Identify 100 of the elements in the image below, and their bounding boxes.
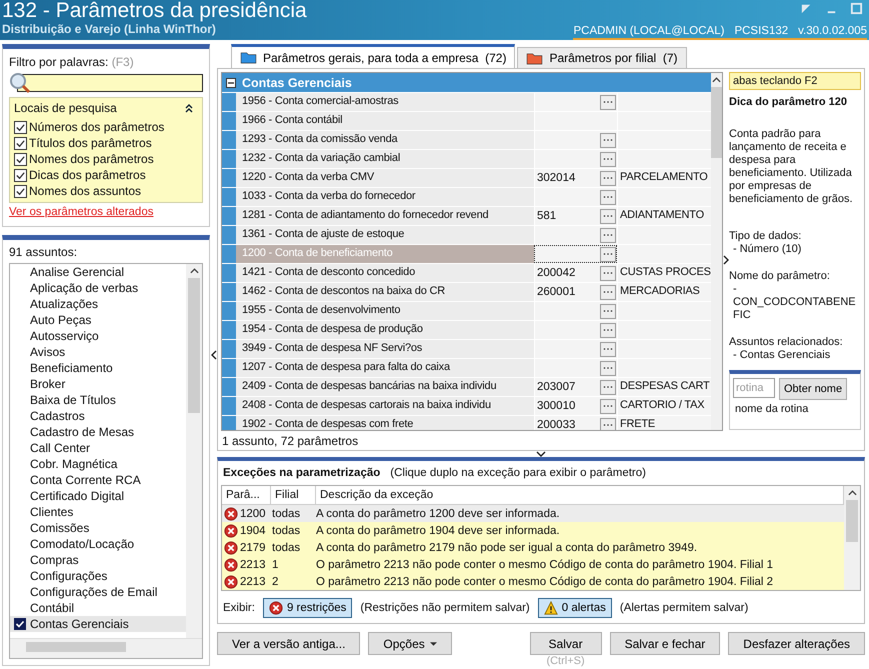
- checkbox[interactable]: [14, 136, 27, 150]
- collapse-icon[interactable]: [184, 103, 194, 113]
- value-cell[interactable]: 260001: [534, 283, 617, 301]
- subject-item[interactable]: Certificado Digital: [10, 488, 186, 504]
- value-cell[interactable]: [534, 131, 617, 149]
- value-cell[interactable]: [534, 340, 617, 358]
- ellipsis-button[interactable]: [600, 342, 616, 356]
- horizontal-scrollbar[interactable]: [10, 638, 202, 658]
- scrollbar[interactable]: [844, 486, 860, 590]
- value-cell[interactable]: 203007: [534, 378, 617, 396]
- value-cell[interactable]: [534, 302, 617, 320]
- value-cell[interactable]: 300010: [534, 397, 617, 415]
- ellipsis-button[interactable]: [600, 284, 616, 300]
- ellipsis-button[interactable]: [600, 380, 616, 394]
- action-button[interactable]: Salvar: [530, 632, 602, 655]
- subject-item[interactable]: Autosserviço: [10, 328, 186, 344]
- value-cell[interactable]: [534, 150, 617, 168]
- value-cell[interactable]: [534, 188, 617, 206]
- checkbox[interactable]: [14, 120, 27, 134]
- scroll-thumb[interactable]: [26, 642, 126, 652]
- value-cell[interactable]: [534, 245, 617, 263]
- subject-item[interactable]: Comissões: [10, 520, 186, 536]
- ellipsis-button[interactable]: [600, 132, 616, 148]
- subject-item[interactable]: Cadastro de Mesas: [10, 424, 186, 440]
- parameter-name-cell[interactable]: 1281 - Conta de adiantamento do fornecedor revend: [236, 207, 534, 225]
- subject-item[interactable]: Atualizações: [10, 296, 186, 312]
- subject-item[interactable]: Comodato/Locação: [10, 536, 186, 552]
- column-header[interactable]: Filial: [271, 486, 316, 504]
- parameter-name-cell[interactable]: 1421 - Conta de desconto concedido: [236, 264, 534, 282]
- ellipsis-button[interactable]: [600, 170, 616, 186]
- action-button[interactable]: Opções: [368, 632, 452, 655]
- value-cell[interactable]: [534, 359, 617, 377]
- subject-item[interactable]: Auto Peças: [10, 312, 186, 328]
- subject-item[interactable]: Clientes: [10, 504, 186, 520]
- ellipsis-button[interactable]: [600, 360, 616, 376]
- subject-item[interactable]: Avisos: [10, 344, 186, 360]
- action-button[interactable]: Salvar e fechar: [610, 632, 720, 655]
- subject-item[interactable]: Broker: [10, 376, 186, 392]
- parameter-name-cell[interactable]: 1033 - Conta da verba do fornecedor: [236, 188, 534, 206]
- parameter-name-cell[interactable]: 1956 - Conta comercial-amostras: [236, 93, 534, 111]
- scrollbar[interactable]: [186, 264, 202, 638]
- subject-item[interactable]: Baixa de Títulos: [10, 392, 186, 408]
- filter-toggle-button[interactable]: 0 alertas: [538, 598, 612, 618]
- checkbox[interactable]: [14, 168, 27, 182]
- ellipsis-button[interactable]: [600, 152, 616, 166]
- subject-item[interactable]: Contas Gerenciais: [10, 616, 186, 632]
- ellipsis-button[interactable]: [600, 418, 616, 430]
- ellipsis-button[interactable]: [600, 246, 616, 262]
- chevron-left-icon[interactable]: [210, 350, 216, 360]
- subject-item[interactable]: Aplicação de verbas: [10, 280, 186, 296]
- scroll-up-icon[interactable]: [848, 490, 856, 496]
- value-cell[interactable]: [534, 93, 617, 111]
- value-cell[interactable]: 302014: [534, 169, 617, 187]
- scrollbar[interactable]: [710, 73, 722, 430]
- subject-item[interactable]: Cadastros: [10, 408, 186, 424]
- parameter-name-cell[interactable]: 1902 - Conta de despesas com frete: [236, 416, 534, 430]
- scroll-thumb[interactable]: [188, 278, 200, 413]
- scroll-thumb[interactable]: [846, 500, 858, 542]
- subject-item[interactable]: Configurações: [10, 568, 186, 584]
- subject-item[interactable]: Conta Corrente RCA: [10, 472, 186, 488]
- ellipsis-button[interactable]: [600, 208, 616, 224]
- routine-input[interactable]: rotina: [733, 378, 775, 398]
- scroll-up-icon[interactable]: [190, 268, 198, 274]
- ellipsis-button[interactable]: [600, 322, 616, 338]
- value-cell[interactable]: 200033: [534, 416, 617, 430]
- scroll-up-icon[interactable]: [712, 77, 722, 83]
- subject-item[interactable]: Cobr. Magnética: [10, 456, 186, 472]
- filter-toggle-button[interactable]: 9 restrições: [262, 598, 352, 618]
- subject-item[interactable]: Configurações de Email: [10, 584, 186, 600]
- ellipsis-button[interactable]: [600, 228, 616, 242]
- parameter-name-cell[interactable]: 1462 - Conta de descontos na baixa do CR: [236, 283, 534, 301]
- chevron-down-icon[interactable]: [536, 451, 546, 457]
- tab[interactable]: Parâmetros gerais, para toda a empresa (72): [231, 44, 516, 68]
- parameter-name-cell[interactable]: 1954 - Conta de despesa de produção: [236, 321, 534, 339]
- checkbox[interactable]: [14, 184, 27, 198]
- tab[interactable]: Parâmetros por filial (7): [517, 47, 686, 68]
- value-cell[interactable]: 581: [534, 207, 617, 225]
- collapse-icon[interactable]: [226, 78, 236, 88]
- subject-item[interactable]: Contábil: [10, 600, 186, 616]
- maximize-icon[interactable]: [850, 2, 863, 15]
- parameter-name-cell[interactable]: 1220 - Conta da verba CMV: [236, 169, 534, 187]
- action-button[interactable]: Desfazer alterações: [728, 632, 865, 655]
- exception-row[interactable]: 1200 todas A conta do parâmetro 1200 deve ser informada.: [222, 505, 844, 522]
- parameter-name-cell[interactable]: 1207 - Conta de despesa para falta do caixa: [236, 359, 534, 377]
- parameter-name-cell[interactable]: 1293 - Conta da comissão venda: [236, 131, 534, 149]
- ellipsis-button[interactable]: [600, 304, 616, 318]
- checkbox[interactable]: [14, 152, 27, 166]
- subject-item[interactable]: Beneficiamento: [10, 360, 186, 376]
- parameter-name-cell[interactable]: 1966 - Conta contábil: [236, 112, 534, 130]
- parameter-name-cell[interactable]: 2409 - Conta de despesas bancárias na baixa individu: [236, 378, 534, 396]
- scroll-thumb[interactable]: [710, 87, 722, 158]
- chevron-right-icon[interactable]: [723, 255, 729, 265]
- value-cell[interactable]: [534, 226, 617, 244]
- ellipsis-button[interactable]: [600, 94, 616, 110]
- exception-row[interactable]: 1904 todas A conta do parâmetro 1904 deve ser informada.: [222, 522, 844, 539]
- ellipsis-button[interactable]: [600, 266, 616, 280]
- checkmark-icon[interactable]: [14, 618, 26, 630]
- get-name-button[interactable]: Obter nome: [779, 378, 848, 400]
- exception-row[interactable]: 2213 2 O parâmetro 2213 não pode conter o mesmo Código de conta do parâmetro 1904. Filial 2: [222, 573, 844, 590]
- column-header[interactable]: Parâ...: [222, 486, 271, 504]
